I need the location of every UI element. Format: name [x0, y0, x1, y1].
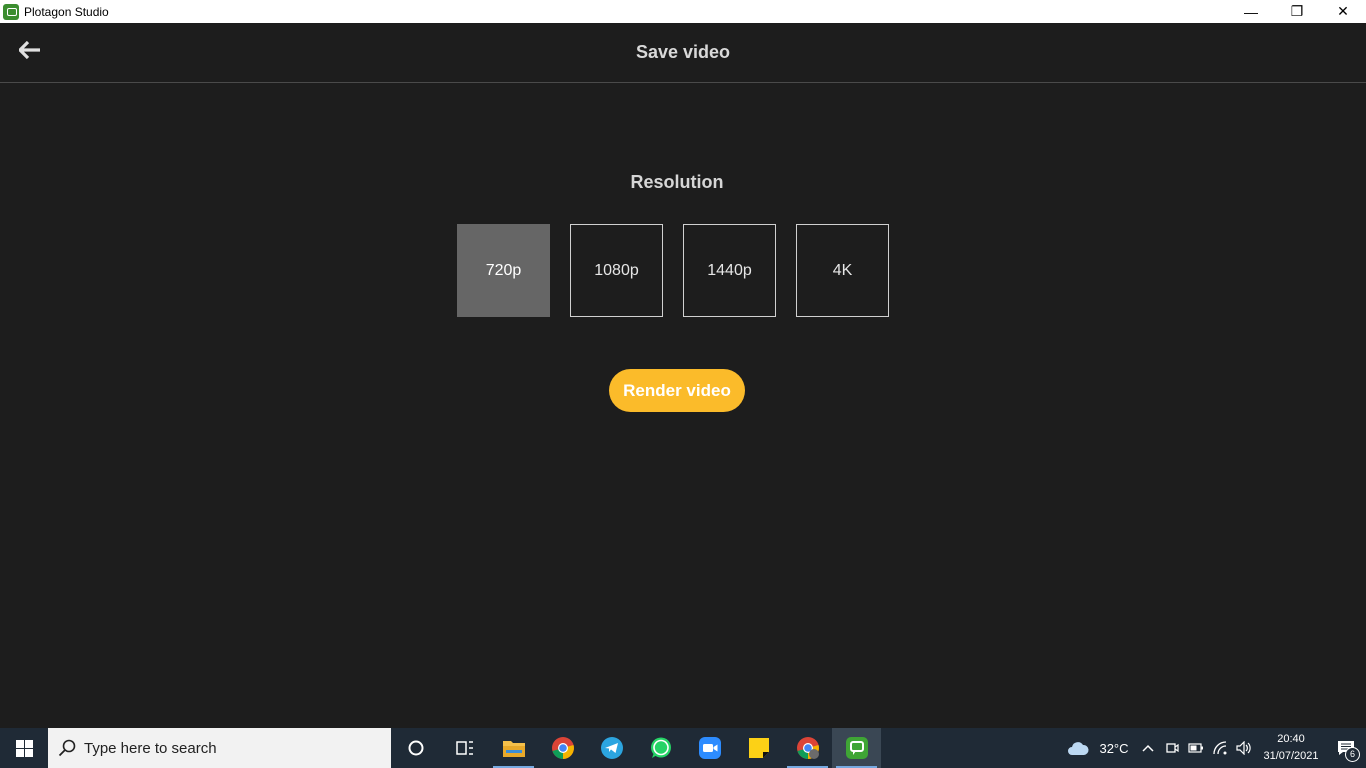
app-header: Save video	[0, 23, 1366, 83]
weather-cloud-icon[interactable]	[1064, 728, 1092, 768]
resolution-label: Resolution	[630, 172, 724, 192]
chrome-profile-icon	[796, 737, 819, 759]
whatsapp-icon	[650, 737, 671, 758]
taskbar-search-box[interactable]: Type here to search	[48, 728, 391, 768]
chrome-icon	[551, 737, 574, 759]
task-view-icon	[455, 741, 473, 755]
weather-temperature[interactable]: 32°C	[1092, 728, 1136, 768]
resolution-option-4k[interactable]: 4K	[796, 224, 889, 317]
taskbar-sticky-notes[interactable]	[734, 728, 783, 768]
taskbar-zoom[interactable]	[685, 728, 734, 768]
cortana-button[interactable]	[391, 728, 440, 768]
minimize-button[interactable]: —	[1228, 0, 1274, 23]
volume-icon[interactable]	[1232, 728, 1256, 768]
plotagon-icon	[845, 737, 868, 759]
folder-icon	[502, 741, 525, 757]
restore-button[interactable]: ❐	[1274, 0, 1320, 23]
window-titlebar: Plotagon Studio — ❐ ✕	[0, 0, 1366, 23]
task-view-button[interactable]	[440, 728, 489, 768]
taskbar-clock[interactable]: 20:40 31/07/2021	[1256, 731, 1326, 765]
wifi-icon[interactable]	[1208, 728, 1232, 768]
window-title: Plotagon Studio	[24, 4, 109, 19]
taskbar: Type here to search 32°C 20:40 31/07/202…	[0, 728, 1366, 768]
show-hidden-icons-chevron-up-icon[interactable]	[1136, 728, 1160, 768]
taskbar-chrome-profile[interactable]	[783, 728, 832, 768]
clock-date: 31/07/2021	[1263, 750, 1319, 762]
taskbar-chrome[interactable]	[538, 728, 587, 768]
taskbar-telegram[interactable]	[587, 728, 636, 768]
resolution-options: 720p 1080p 1440p 4K	[457, 224, 889, 317]
clock-time: 20:40	[1277, 733, 1305, 745]
window-controls: — ❐ ✕	[1228, 0, 1366, 23]
close-button[interactable]: ✕	[1320, 0, 1366, 23]
resolution-option-720p[interactable]: 720p	[457, 224, 550, 317]
resolution-option-1440p[interactable]: 1440p	[683, 224, 776, 317]
page-title: Save video	[635, 42, 731, 62]
cortana-circle-icon	[408, 740, 423, 756]
notification-center-button[interactable]: 6	[1326, 728, 1366, 768]
system-tray: 32°C 20:40 31/07/2021 6	[1064, 728, 1366, 768]
resolution-option-1080p[interactable]: 1080p	[570, 224, 663, 317]
taskbar-whatsapp[interactable]	[636, 728, 685, 768]
telegram-icon	[600, 737, 623, 759]
search-placeholder: Type here to search	[84, 739, 217, 757]
sticky-notes-icon	[748, 738, 769, 758]
meet-now-icon[interactable]	[1160, 728, 1184, 768]
search-icon	[58, 739, 76, 757]
battery-icon[interactable]	[1184, 728, 1208, 768]
plotagon-logo-icon	[3, 3, 19, 20]
zoom-video-icon	[698, 737, 721, 759]
taskbar-file-explorer[interactable]	[489, 728, 538, 768]
taskbar-plotagon[interactable]	[832, 728, 881, 768]
notification-count-badge: 6	[1345, 747, 1360, 762]
start-button[interactable]	[0, 728, 48, 768]
windows-logo-icon	[15, 739, 33, 757]
render-video-button[interactable]: Render video	[609, 369, 745, 412]
